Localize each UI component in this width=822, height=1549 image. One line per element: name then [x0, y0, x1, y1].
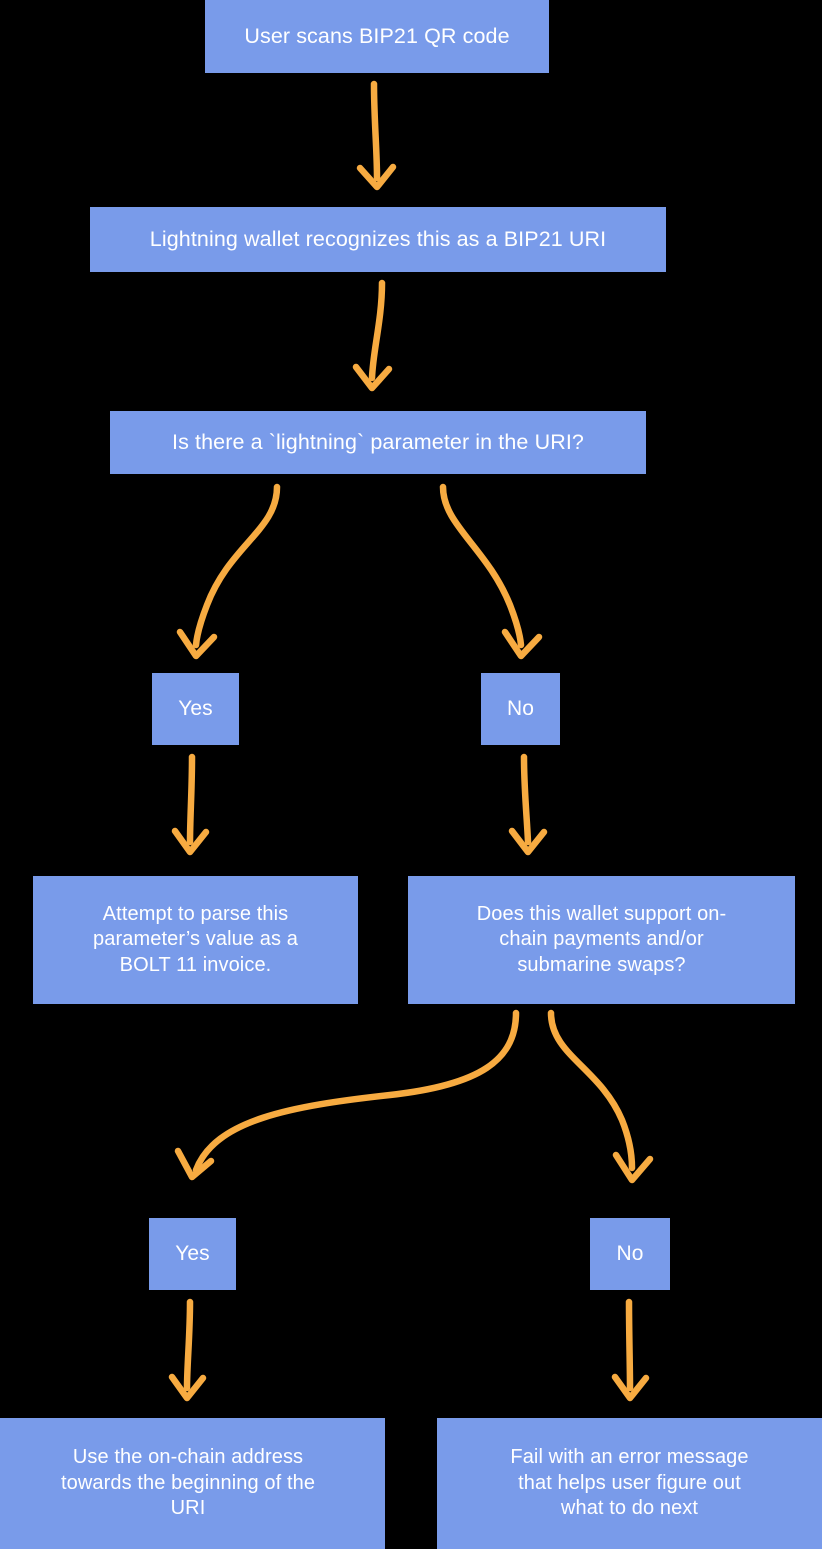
edge-no-to-support: [508, 753, 548, 856]
node-no-supports-onchain[interactable]: No: [590, 1218, 670, 1290]
node-yes-lightning-param[interactable]: Yes: [152, 673, 239, 745]
node-yes-supports-onchain[interactable]: Yes: [149, 1218, 236, 1290]
edge-support-to-yes: [174, 1009, 520, 1181]
edge-scan-to-recognize: [356, 80, 397, 191]
edge-yes-to-parse: [171, 753, 210, 856]
node-fail-with-error-message[interactable]: Fail with an error message that helps us…: [437, 1418, 822, 1549]
edge-support-to-no: [547, 1009, 654, 1184]
node-label: No: [506, 696, 535, 720]
node-wallet-recognizes-bip21-uri[interactable]: Lightning wallet recognizes this as a BI…: [90, 207, 666, 272]
node-label: Yes: [178, 696, 213, 720]
node-user-scans-bip21-qr-code[interactable]: User scans BIP21 QR code: [205, 0, 549, 73]
node-label: User scans BIP21 QR code: [244, 23, 510, 48]
edge-no2-to-fail: [611, 1298, 650, 1402]
node-label: No: [616, 1241, 644, 1265]
node-label: Does this wallet support on- chain payme…: [476, 902, 727, 976]
node-label: Is there a `lightning` parameter in the …: [172, 429, 584, 454]
node-use-onchain-address[interactable]: Use the on-chain address towards the beg…: [0, 1418, 385, 1549]
node-parse-bolt11-invoice[interactable]: Attempt to parse this parameter’s value …: [33, 876, 358, 1004]
edge-recognize-to-question: [352, 279, 393, 392]
node-wallet-supports-onchain-or-swaps[interactable]: Does this wallet support on- chain payme…: [408, 876, 795, 1004]
node-is-there-lightning-parameter[interactable]: Is there a `lightning` parameter in the …: [110, 411, 646, 474]
node-label: Fail with an error message that helps us…: [510, 1446, 749, 1520]
node-no-lightning-param[interactable]: No: [481, 673, 560, 745]
flowchart-canvas: .edge { fill: none; stroke: #F7AB41; str…: [0, 0, 822, 1549]
node-label: Yes: [175, 1241, 210, 1265]
node-label: Lightning wallet recognizes this as a BI…: [149, 226, 607, 251]
edge-question-to-no: [439, 483, 543, 660]
edge-question-to-yes: [176, 483, 281, 660]
node-label: Attempt to parse this parameter’s value …: [93, 902, 298, 976]
edge-yes2-to-onchain: [168, 1298, 207, 1402]
node-label: Use the on-chain address towards the beg…: [60, 1446, 316, 1520]
